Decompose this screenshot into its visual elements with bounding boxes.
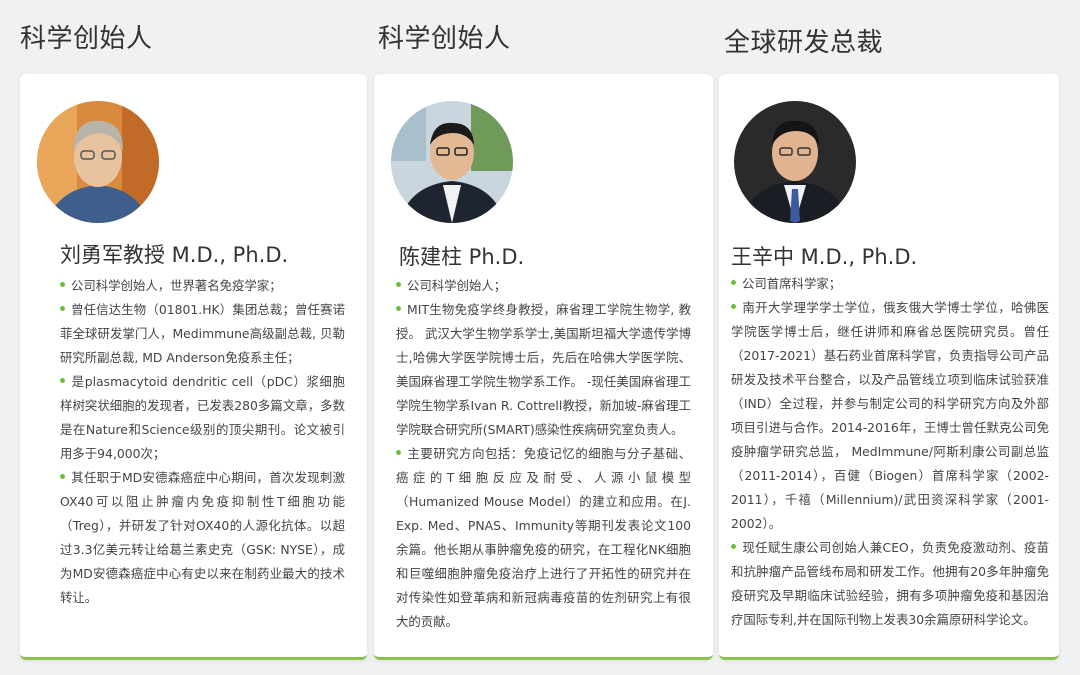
- avatar-wang: [734, 101, 856, 223]
- profile-card-wang: 王辛中 M.D., Ph.D. 公司首席科学家； 南开大学理学学士学位，俄亥俄大…: [719, 74, 1059, 660]
- bullet-item: 南开大学理学学士学位，俄亥俄大学博士学位，哈佛医学院医学博士后，继任讲师和麻省总…: [731, 300, 1049, 531]
- bullet-dot-icon: [731, 304, 736, 309]
- portrait-chen: [391, 101, 513, 223]
- portrait-wang: [734, 101, 856, 223]
- portrait-liu: [37, 101, 159, 223]
- bullet-dot-icon: [60, 474, 65, 479]
- profile-card-liu: 刘勇军教授 M.D., Ph.D. 公司科学创始人，世界著名免疫学家； 曾任信达…: [20, 74, 367, 660]
- bullet-dot-icon: [731, 544, 736, 549]
- avatar-liu: [37, 101, 159, 223]
- bullet-item: 公司首席科学家；: [731, 272, 1049, 296]
- bullet-dot-icon: [396, 282, 401, 287]
- section-heading: 科学创始人: [378, 24, 511, 54]
- bullet-dot-icon: [60, 306, 65, 311]
- profile-name: 王辛中 M.D., Ph.D.: [731, 245, 918, 269]
- bullet-item: 曾任信达生物（01801.HK）集团总裁；曾任赛诺菲全球研发掌门人，Medimm…: [60, 302, 345, 365]
- bullet-item: 公司科学创始人，世界著名免疫学家；: [60, 274, 345, 298]
- bullet-dot-icon: [396, 306, 401, 311]
- section-heading: 科学创始人: [20, 24, 153, 54]
- bullet-item: 其任职于MD安德森癌症中心期间，首次发现刺激OX40可以阻止肿瘤内免疫抑制性T细…: [60, 470, 345, 605]
- bullet-item: 现任赋生康公司创始人兼CEO，负责免疫激动剂、疫苗和抗肿瘤产品管线布局和研发工作…: [731, 540, 1049, 627]
- section-heading: 全球研发总裁: [724, 28, 884, 58]
- bullet-dot-icon: [731, 280, 736, 285]
- profile-bullets: 公司首席科学家； 南开大学理学学士学位，俄亥俄大学博士学位，哈佛医学院医学博士后…: [731, 272, 1049, 632]
- profile-name: 陈建柱 Ph.D.: [399, 245, 525, 269]
- bullet-item: 公司科学创始人；: [396, 274, 691, 298]
- profile-name: 刘勇军教授 M.D., Ph.D.: [60, 243, 289, 267]
- bullet-dot-icon: [60, 282, 65, 287]
- bullet-item: 是plasmacytoid dendritic cell（pDC）浆细胞样树突状…: [60, 374, 345, 461]
- bullet-item: MIT生物免疫学终身教授，麻省理工学院生物学, 教授。 武汉大学生物学系学士,美…: [396, 302, 691, 437]
- bullet-item: 主要研究方向包括：免疫记忆的细胞与分子基础、癌症的T细胞反应及耐受、人源小鼠模型…: [396, 446, 691, 629]
- profile-card-chen: 陈建柱 Ph.D. 公司科学创始人； MIT生物免疫学终身教授，麻省理工学院生物…: [374, 74, 713, 660]
- bullet-dot-icon: [60, 378, 65, 383]
- profile-bullets: 公司科学创始人，世界著名免疫学家； 曾任信达生物（01801.HK）集团总裁；曾…: [60, 274, 345, 610]
- bullet-dot-icon: [396, 450, 401, 455]
- avatar-chen: [391, 101, 513, 223]
- profile-bullets: 公司科学创始人； MIT生物免疫学终身教授，麻省理工学院生物学, 教授。 武汉大…: [396, 274, 691, 634]
